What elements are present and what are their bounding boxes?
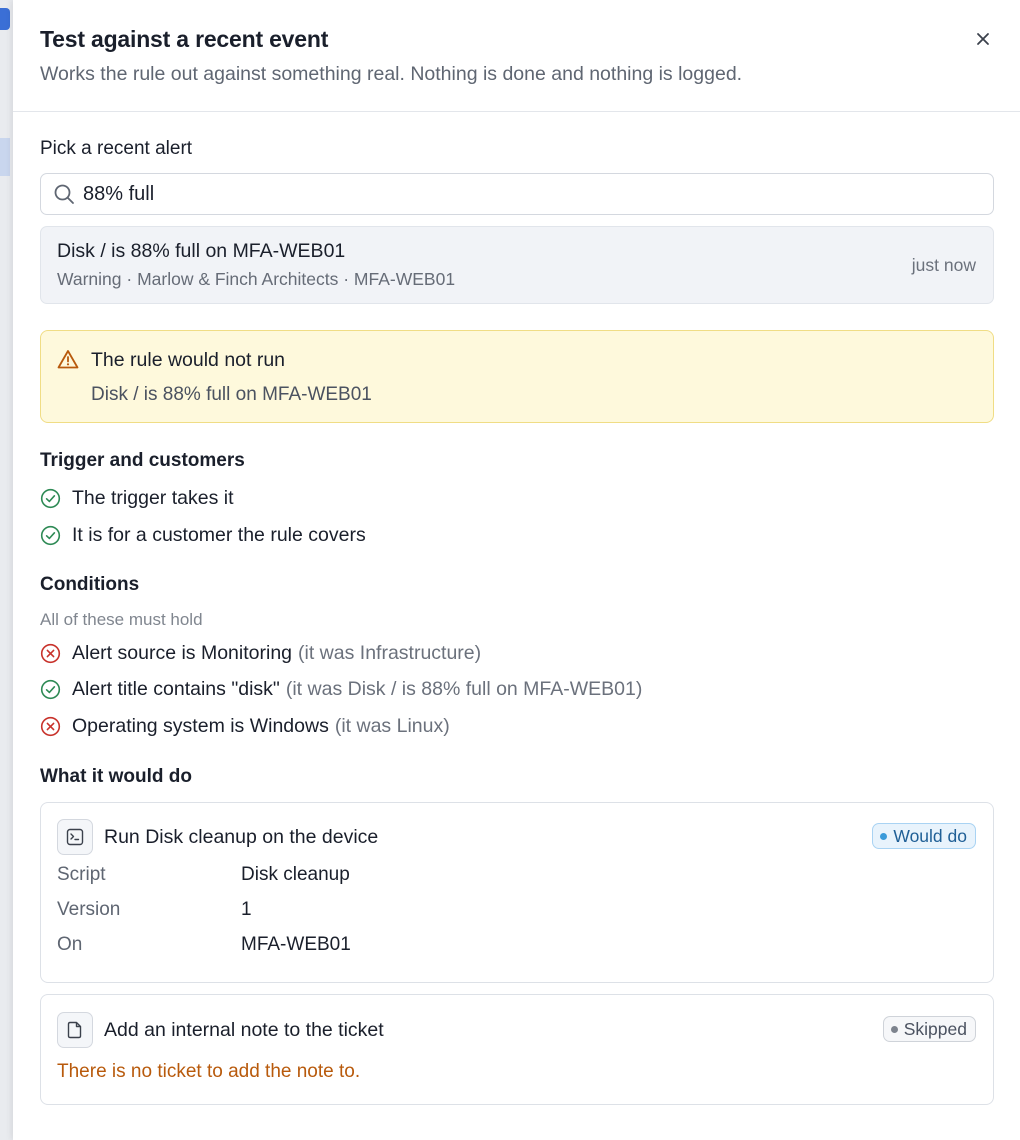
- verdict-title: The rule would not run: [91, 349, 286, 371]
- condition-note: (it was Linux): [334, 715, 450, 737]
- alert-search[interactable]: [40, 173, 994, 215]
- panel-header: Test against a recent event Works the ru…: [13, 0, 1020, 112]
- verdict-banner: The rule would not run Disk / is 88% ful…: [40, 330, 994, 423]
- would-do-badge: Would do: [872, 823, 976, 849]
- status-dot: [890, 1025, 898, 1033]
- alert-result-title: Disk / is 88% full on MFA-WEB01: [57, 240, 346, 262]
- condition-text: Alert title contains "disk": [72, 678, 280, 700]
- skipped-badge: Skipped: [882, 1016, 976, 1042]
- action-detail-row: Version 1: [57, 899, 976, 921]
- skipped-badge-label: Skipped: [903, 1018, 967, 1039]
- verdict-subtitle: Disk / is 88% full on MFA-WEB01: [91, 384, 372, 405]
- detail-value: Disk cleanup: [241, 864, 350, 885]
- document-icon: [57, 1012, 93, 1048]
- condition-text: Operating system is Windows: [72, 715, 329, 737]
- terminal-icon: [57, 819, 93, 855]
- x-circle-icon: [40, 643, 62, 665]
- condition-note: (it was Disk / is 88% full on MFA-WEB01): [285, 678, 643, 700]
- condition-row: Operating system is Windows (it was Linu…: [40, 715, 994, 738]
- action-card-title: Add an internal note to the ticket: [104, 1018, 384, 1041]
- backdrop-chip: [0, 138, 10, 176]
- condition-row: Alert source is Monitoring (it was Infra…: [40, 642, 994, 665]
- trigger-section-title: Trigger and customers: [40, 450, 245, 471]
- panel-subtitle: Works the rule out against something rea…: [40, 63, 743, 85]
- backdrop-chip: [0, 8, 10, 30]
- picker-label: Pick a recent alert: [40, 138, 193, 159]
- check-circle-icon: [40, 525, 62, 547]
- conditions-section-title: Conditions: [40, 574, 140, 595]
- warning-icon: [57, 350, 79, 369]
- action-detail-row: Script Disk cleanup: [57, 864, 976, 886]
- detail-key: Script: [57, 864, 106, 885]
- close-icon: [977, 33, 989, 45]
- search-icon: [54, 184, 74, 204]
- actions-section-title: What it would do: [40, 766, 192, 787]
- action-card-title: Run Disk cleanup on the device: [104, 825, 379, 848]
- close-button[interactable]: [972, 28, 994, 50]
- would-do-badge-label: Would do: [893, 825, 967, 846]
- trigger-check-row: It is for a customer the rule covers: [40, 524, 994, 547]
- trigger-check-text: It is for a customer the rule covers: [72, 524, 366, 546]
- action-card-header: Run Disk cleanup on the device: [57, 819, 976, 855]
- alert-result-item[interactable]: Disk / is 88% full on MFA-WEB01 Warning …: [40, 226, 994, 304]
- action-card-run-script: Run Disk cleanup on the device Would do …: [40, 802, 994, 983]
- search-input[interactable]: [83, 182, 963, 206]
- alert-result-time: just now: [911, 255, 976, 275]
- detail-value: 1: [241, 899, 252, 920]
- detail-key: Version: [57, 899, 121, 920]
- status-dot: [880, 832, 888, 840]
- action-detail-row: On MFA-WEB01: [57, 934, 976, 956]
- action-card-add-note: Add an internal note to the ticket Skipp…: [40, 994, 994, 1105]
- panel-content: Pick a recent alert Disk / is 88% full o…: [13, 112, 1020, 1105]
- panel-title: Test against a recent event: [40, 26, 329, 52]
- condition-text: Alert source is Monitoring: [72, 642, 293, 664]
- test-event-panel: Test against a recent event Works the ru…: [13, 0, 1020, 1140]
- skip-reason: There is no ticket to add the note to.: [57, 1061, 361, 1082]
- trigger-check-row: The trigger takes it: [40, 487, 994, 510]
- action-card-header: Add an internal note to the ticket: [57, 1012, 976, 1048]
- backdrop: [0, 0, 13, 1140]
- condition-row: Alert title contains "disk" (it was Disk…: [40, 678, 994, 701]
- detail-key: On: [57, 934, 83, 955]
- trigger-check-text: The trigger takes it: [72, 487, 234, 509]
- condition-note: (it was Infrastructure): [298, 642, 482, 664]
- x-circle-icon: [40, 716, 62, 738]
- alert-result-meta: Warning · Marlow & Finch Architects · MF…: [57, 269, 456, 289]
- conditions-hint: All of these must hold: [40, 610, 203, 629]
- detail-value: MFA-WEB01: [241, 934, 351, 955]
- check-circle-icon: [40, 679, 62, 701]
- check-circle-icon: [40, 488, 62, 510]
